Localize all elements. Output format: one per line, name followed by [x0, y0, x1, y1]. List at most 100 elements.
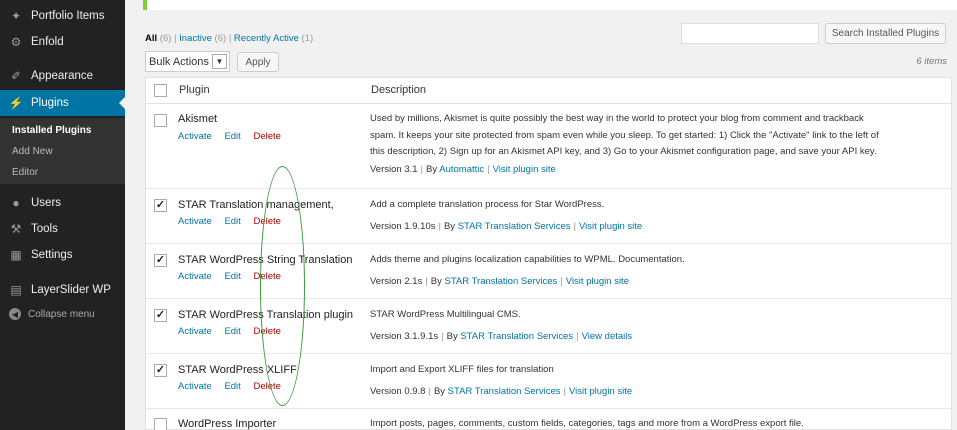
submenu-installed-plugins[interactable]: Installed Plugins [12, 125, 91, 136]
plugin-description: Import posts, pages, comments, custom fi… [370, 418, 804, 429]
plugin-name: STAR WordPress String Translation [178, 254, 353, 266]
table-header: Plugin Description [146, 78, 951, 104]
delete-link[interactable]: Delete [253, 131, 280, 142]
layers-icon: ▤ [10, 283, 22, 297]
plugin-name: STAR WordPress Translation plugin [178, 309, 354, 321]
plugin-site-link[interactable]: Visit plugin site [566, 276, 629, 287]
items-count: 6 items [916, 56, 947, 67]
edit-link[interactable]: Edit [224, 381, 240, 392]
table-row: ✓ STAR WordPress String Translation Acti… [146, 244, 951, 299]
filter-recent-count: (1) [301, 33, 314, 44]
edit-link[interactable]: Edit [224, 326, 240, 337]
author-link[interactable]: STAR Translation Services [445, 276, 558, 287]
filter-recently-active-link[interactable]: Recently Active [234, 33, 299, 44]
author-link[interactable]: Automattic [439, 164, 484, 175]
row-checkbox-checked[interactable]: ✓ [154, 364, 167, 377]
delete-link[interactable]: Delete [253, 216, 280, 227]
row-actions: Activate Edit Delete [178, 131, 291, 142]
table-row: ✓ STAR Translation management, Activate … [146, 189, 951, 244]
edit-link[interactable]: Edit [224, 216, 240, 227]
table-row: ✓ STAR WordPress Translation plugin Acti… [146, 299, 951, 354]
sidebar-item-label: Users [31, 197, 62, 209]
user-icon: ● [12, 196, 20, 210]
pin-icon: ✦ [10, 9, 22, 23]
plugin-name: STAR WordPress XLIFF [178, 364, 297, 376]
delete-link[interactable]: Delete [253, 326, 280, 337]
plugin-site-link[interactable]: Visit plugin site [569, 386, 632, 397]
filter-separator: | [228, 33, 232, 44]
plugin-meta: Version 3.1.9.1s | By STAR Translation Ser… [370, 331, 633, 342]
submenu-editor[interactable]: Editor [12, 167, 38, 178]
by-label: By [443, 221, 456, 232]
edit-link[interactable]: Edit [224, 131, 240, 142]
table-row: ✓ STAR WordPress XLIFF Activate Edit Del… [146, 354, 951, 409]
row-actions: Activate Edit Delete [178, 326, 291, 337]
sidebar-item-tools[interactable]: ⚒ Tools [0, 216, 125, 242]
sidebar-item-appearance[interactable]: ✐ Appearance [0, 63, 125, 89]
activate-link[interactable]: Activate [178, 326, 212, 337]
bulk-actions-value: Bulk Actions [149, 55, 209, 68]
by-label: By [446, 331, 458, 342]
plugin-site-link[interactable]: Visit plugin site [493, 164, 556, 175]
select-all-checkbox[interactable] [154, 84, 167, 97]
search-installed-plugins-button[interactable]: Search Installed Plugins [825, 23, 946, 44]
plugin-version: Version 3.1 [370, 164, 418, 175]
filter-all-label[interactable]: All [145, 33, 157, 44]
by-label: By [433, 386, 446, 397]
edit-link[interactable]: Edit [224, 271, 240, 282]
plugin-meta: Version 2.1s | By STAR Translation Service… [370, 276, 629, 287]
sidebar-item-plugins[interactable]: ⚡ Plugins [0, 90, 125, 116]
author-link[interactable]: STAR Translation Services [448, 386, 561, 397]
activate-link[interactable]: Activate [178, 381, 212, 392]
filter-inactive-link[interactable]: Inactive [179, 33, 212, 44]
plugin-site-link[interactable]: Visit plugin site [579, 221, 642, 232]
author-link[interactable]: STAR Translation Services [460, 331, 573, 342]
sidebar-item-label: Enfold [31, 36, 64, 48]
sidebar-item-label: Plugins [31, 97, 69, 109]
row-checkbox-checked[interactable]: ✓ [154, 254, 167, 267]
delete-link[interactable]: Delete [253, 381, 280, 392]
activate-link[interactable]: Activate [178, 131, 212, 142]
sidebar-item-enfold[interactable]: ⚙ Enfold [0, 29, 125, 55]
plugin-description: Used by millions, Akismet is quite possi… [370, 111, 950, 161]
row-checkbox[interactable] [154, 418, 167, 430]
sidebar-item-settings[interactable]: ▦ Settings [0, 242, 125, 268]
sidebar-item-portfolio[interactable]: ✦ Portfolio Items [0, 3, 125, 29]
plugin-version: Version 0.9.8 [370, 386, 426, 397]
sidebar-item-users[interactable]: ● Users [0, 190, 125, 216]
sidebar-item-label: LayerSlider WP [31, 284, 111, 296]
plugin-description: Adds theme and plugins localization capa… [370, 254, 685, 265]
settings-icon: ▦ [10, 248, 22, 262]
submenu-add-new[interactable]: Add New [12, 146, 53, 157]
row-checkbox-checked[interactable]: ✓ [154, 309, 167, 322]
activate-link[interactable]: Activate [178, 271, 212, 282]
description-line: this description, 2) Sign up for an Akis… [370, 146, 877, 157]
admin-sidebar: ✦ Portfolio Items ⚙ Enfold ✐ Appearance … [0, 0, 125, 430]
brush-icon: ✐ [10, 69, 22, 83]
sidebar-item-label: Portfolio Items [31, 10, 105, 22]
by-label: By [426, 164, 438, 175]
bulk-actions-select[interactable]: Bulk Actions ▼ [145, 51, 230, 72]
row-checkbox[interactable] [154, 114, 167, 127]
sidebar-item-label: Tools [31, 223, 58, 235]
collapse-menu-button[interactable]: ◀ Collapse menu [9, 308, 95, 320]
author-link[interactable]: STAR Translation Services [458, 221, 571, 232]
plugin-meta: Version 1.9.10s | By STAR Translation Serv… [370, 221, 643, 232]
view-details-link[interactable]: View details [582, 331, 633, 342]
plugin-name: Akismet [178, 113, 218, 125]
plug-icon: ⚡ [8, 96, 24, 110]
activate-link[interactable]: Activate [178, 216, 212, 227]
plugin-status-filters: All (6) | Inactive (6) | Recently Active… [145, 33, 313, 44]
plugin-name: STAR Translation management, [178, 199, 334, 211]
delete-link[interactable]: Delete [253, 271, 280, 282]
plugin-version: Version 3.1.9.1s [370, 331, 439, 342]
row-checkbox-checked[interactable]: ✓ [154, 199, 167, 212]
apply-button[interactable]: Apply [237, 52, 279, 72]
chevron-down-icon: ▼ [212, 54, 227, 69]
sidebar-item-label: Appearance [31, 70, 94, 82]
row-actions: Activate Edit Delete [178, 216, 291, 227]
plugin-meta: Version 3.1 | By Automattic | Visit plugin s… [370, 164, 556, 175]
sidebar-item-label: Settings [31, 249, 73, 261]
search-plugins-input[interactable] [681, 23, 819, 44]
sidebar-item-layerslider[interactable]: ▤ LayerSlider WP [0, 277, 125, 303]
